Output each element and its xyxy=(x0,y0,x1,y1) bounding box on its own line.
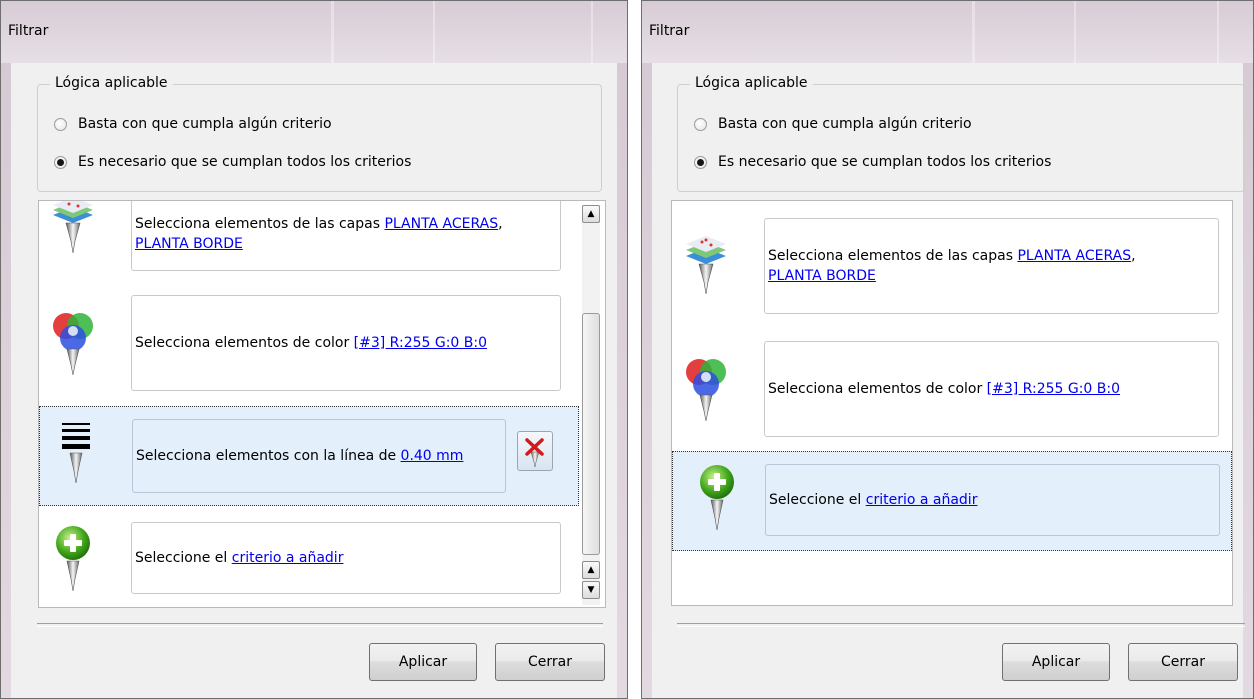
logic-group-legend: Lógica aplicable xyxy=(50,75,173,91)
criterion-card: Selecciona elementos con la línea de 0.4… xyxy=(132,419,506,493)
scroll-up-button-lower[interactable]: ▲ xyxy=(582,561,600,579)
criterion-text: Selecciona elementos de color [#3] R:255… xyxy=(768,381,1121,397)
title-bar: Filtrar xyxy=(1,1,627,63)
radio-label: Basta con que cumpla algún criterio xyxy=(718,116,972,132)
radio-label: Es necesario que se cumplan todos los cr… xyxy=(78,154,412,170)
criteria-list[interactable]: Selecciona elementos de las capas PLANTA… xyxy=(671,200,1233,606)
radio-all-criteria[interactable]: Es necesario que se cumplan todos los cr… xyxy=(54,154,411,170)
window-frame-right xyxy=(617,63,627,698)
close-button[interactable]: Cerrar xyxy=(495,643,605,681)
radio-all-criteria[interactable]: Es necesario que se cumplan todos los cr… xyxy=(694,154,1051,170)
add-criterion-link[interactable]: criterio a añadir xyxy=(232,550,344,566)
logic-group: Lógica aplicable Basta con que cumpla al… xyxy=(37,75,602,192)
window-title: Filtrar xyxy=(8,23,49,39)
radio-label: Basta con que cumpla algún criterio xyxy=(78,116,332,132)
radio-any-criterion[interactable]: Basta con que cumpla algún criterio xyxy=(54,116,332,132)
add-filter-icon xyxy=(56,526,90,592)
criterion-card: Selecciona elementos de color [#3] R:255… xyxy=(764,341,1219,437)
layer-link-planta-borde[interactable]: PLANTA BORDE xyxy=(135,236,243,252)
radio-button[interactable] xyxy=(54,155,67,169)
scroll-up-button[interactable]: ▲ xyxy=(582,205,600,223)
criterion-text: Selecciona elementos de color [#3] R:255… xyxy=(135,335,488,351)
filter-dialog-right: Filtrar Lógica aplicable Basta con que c… xyxy=(641,0,1254,699)
vertical-scrollbar[interactable]: ▲ ▲ ▼ xyxy=(582,205,600,605)
list-item-layers[interactable]: Selecciona elementos de las capas PLANTA… xyxy=(672,218,1232,314)
list-item-add[interactable]: Seleccione el criterio a añadir xyxy=(672,451,1232,551)
layer-link-planta-aceras[interactable]: PLANTA ACERAS xyxy=(1017,248,1131,264)
color-filter-icon xyxy=(686,359,726,422)
apply-button[interactable]: Aplicar xyxy=(369,643,477,681)
criterion-text: Selecciona elementos de las capas PLANTA… xyxy=(135,216,503,252)
list-item-line-width[interactable]: Selecciona elementos con la línea de 0.4… xyxy=(39,406,579,506)
radio-button[interactable] xyxy=(694,117,707,131)
radio-label: Es necesario que se cumplan todos los cr… xyxy=(718,154,1052,170)
criterion-text: Seleccione el criterio a añadir xyxy=(135,550,344,566)
window-frame-left xyxy=(642,63,652,698)
title-bar: Filtrar xyxy=(642,1,1253,63)
add-criterion-link[interactable]: criterio a añadir xyxy=(866,492,978,508)
separator xyxy=(37,623,603,627)
add-filter-icon xyxy=(700,465,734,531)
criteria-list[interactable]: Selecciona elementos de las capas PLANTA… xyxy=(38,200,606,608)
window-title: Filtrar xyxy=(649,23,690,39)
layer-link-planta-aceras[interactable]: PLANTA ACERAS xyxy=(384,216,498,232)
logic-group: Lógica aplicable Basta con que cumpla al… xyxy=(677,75,1245,192)
line-width-filter-icon xyxy=(62,423,90,484)
criterion-text: Seleccione el criterio a añadir xyxy=(769,492,978,508)
layers-filter-icon xyxy=(686,236,726,295)
logic-group-legend: Lógica aplicable xyxy=(690,75,813,91)
criterion-card: Seleccione el criterio a añadir xyxy=(131,522,561,594)
list-item-layers[interactable]: Selecciona elementos de las capas PLANTA… xyxy=(39,201,605,273)
window-frame-left xyxy=(1,63,11,698)
separator xyxy=(677,623,1245,627)
filter-dialog-left: Filtrar Lógica aplicable Basta con que c… xyxy=(0,0,628,699)
color-filter-icon xyxy=(53,313,93,376)
criterion-text: Selecciona elementos con la línea de 0.4… xyxy=(136,448,464,464)
color-link[interactable]: [#3] R:255 G:0 B:0 xyxy=(987,381,1120,397)
criterion-text: Selecciona elementos de las capas PLANTA… xyxy=(768,248,1136,284)
criterion-card: Selecciona elementos de las capas PLANTA… xyxy=(764,218,1219,314)
list-item-color[interactable]: Selecciona elementos de color [#3] R:255… xyxy=(672,341,1232,437)
apply-button[interactable]: Aplicar xyxy=(1002,643,1110,681)
radio-button[interactable] xyxy=(694,155,707,169)
list-item-color[interactable]: Selecciona elementos de color [#3] R:255… xyxy=(39,295,605,391)
radio-any-criterion[interactable]: Basta con que cumpla algún criterio xyxy=(694,116,972,132)
scroll-thumb[interactable] xyxy=(582,313,600,555)
layer-link-planta-borde[interactable]: PLANTA BORDE xyxy=(768,268,876,284)
delete-criterion-button[interactable] xyxy=(517,431,553,471)
criterion-card: Selecciona elementos de color [#3] R:255… xyxy=(131,295,561,391)
layers-filter-icon xyxy=(53,201,93,254)
scroll-down-button[interactable]: ▼ xyxy=(582,581,600,599)
delete-filter-icon xyxy=(525,438,544,468)
close-button[interactable]: Cerrar xyxy=(1128,643,1238,681)
radio-button[interactable] xyxy=(54,117,67,131)
color-link[interactable]: [#3] R:255 G:0 B:0 xyxy=(354,335,487,351)
criterion-card: Selecciona elementos de las capas PLANTA… xyxy=(131,201,561,271)
criterion-card: Seleccione el criterio a añadir xyxy=(765,464,1220,536)
line-width-link[interactable]: 0.40 mm xyxy=(401,448,464,464)
list-item-add[interactable]: Seleccione el criterio a añadir xyxy=(39,519,605,595)
